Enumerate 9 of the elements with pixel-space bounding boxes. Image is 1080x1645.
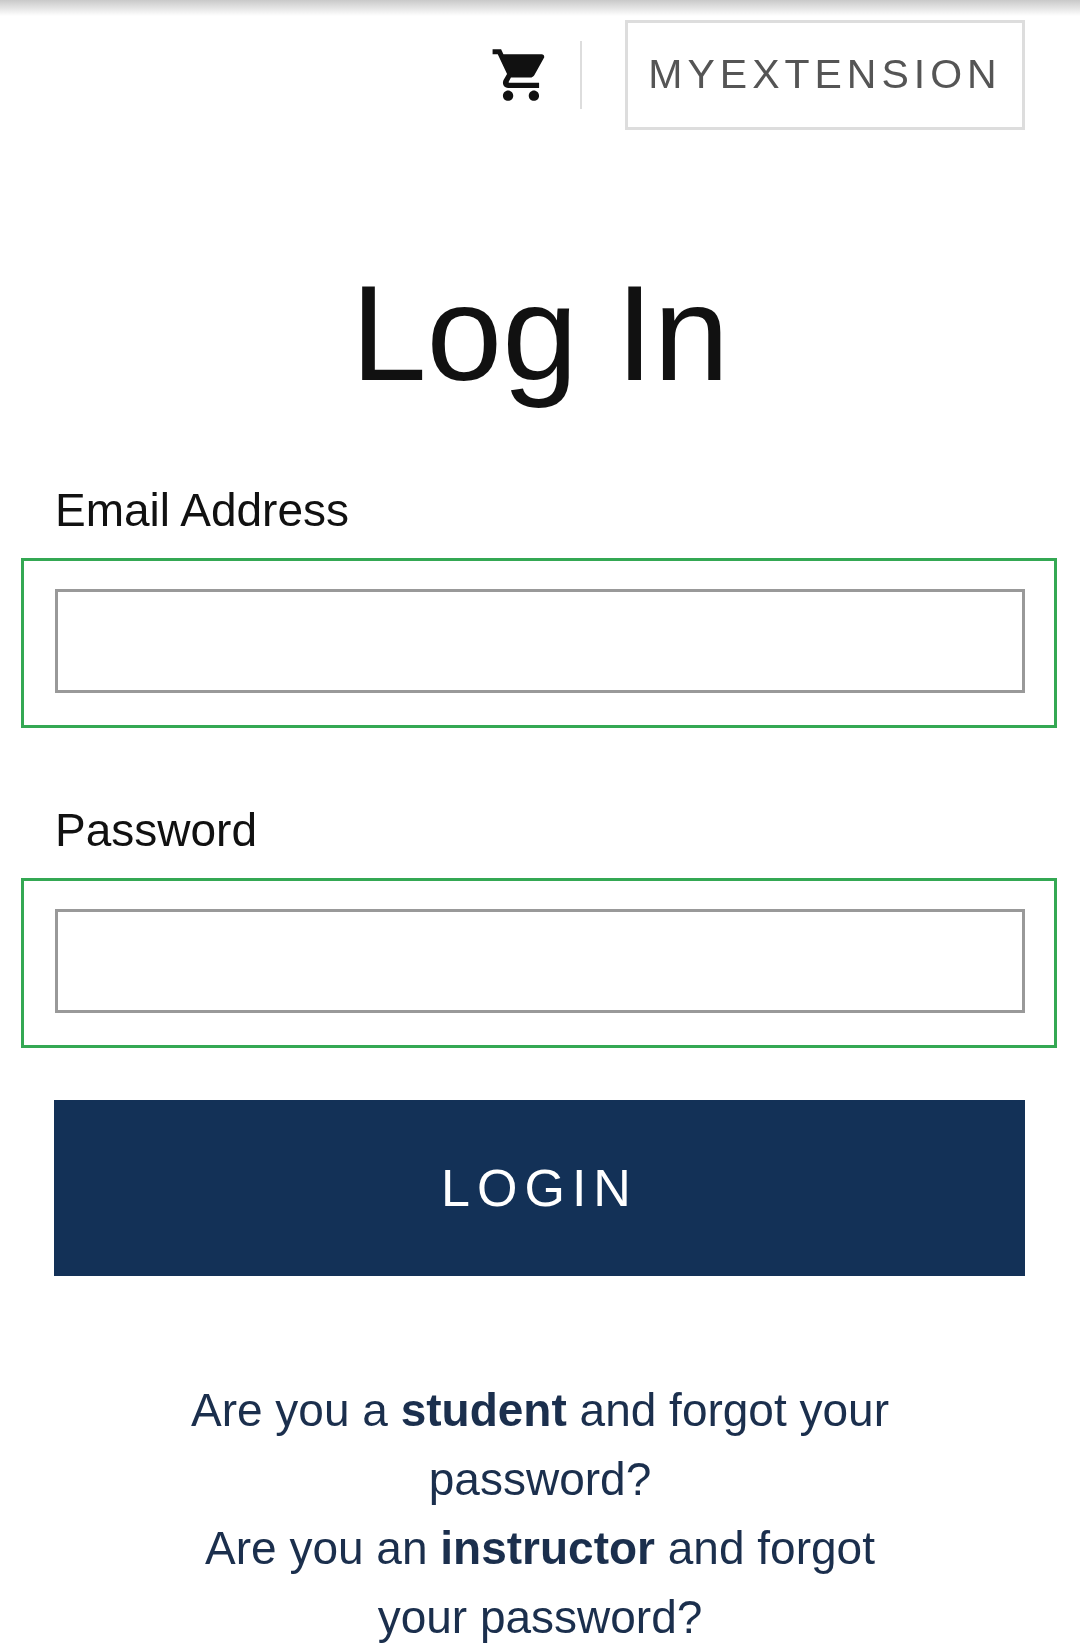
forgot-password-link[interactable]: Are you an instructor and forgot your password? xyxy=(160,1514,920,1645)
field-label: Email Address xyxy=(55,483,350,538)
input-field[interactable] xyxy=(55,909,1025,1013)
input-field[interactable] xyxy=(55,589,1025,693)
myextension-button[interactable]: MYEXTENSION xyxy=(625,19,1025,130)
field-label: Password xyxy=(55,803,258,858)
page-title: Log In xyxy=(349,258,731,408)
login-button[interactable]: LOGIN xyxy=(54,1100,1025,1276)
forgot-password-link[interactable]: Are you a student and forgot your password? xyxy=(160,1376,920,1514)
